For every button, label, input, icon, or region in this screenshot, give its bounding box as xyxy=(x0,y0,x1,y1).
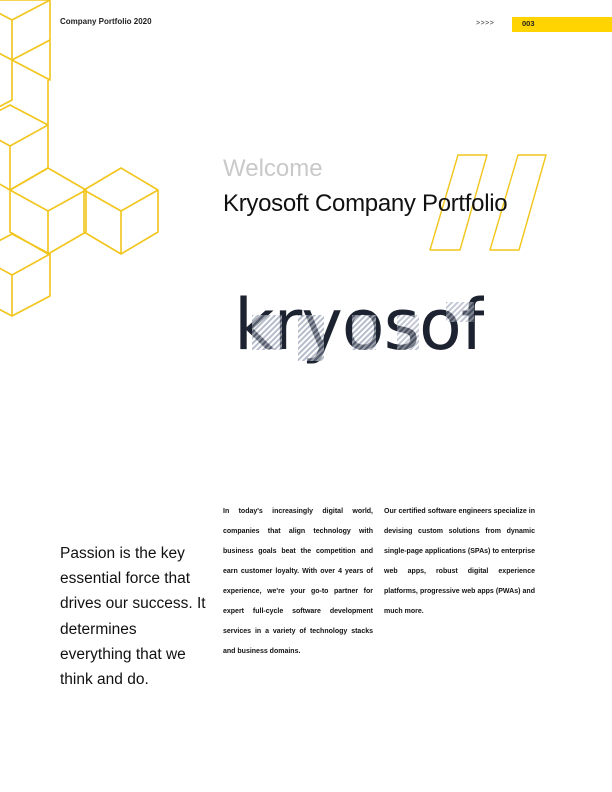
page-title: Kryosoft Company Portfolio xyxy=(223,190,508,217)
kryosoft-logo: kryosoft xyxy=(234,287,484,366)
header-title: Company Portfolio 2020 xyxy=(60,17,152,26)
page-number-badge: 003 xyxy=(512,17,612,32)
body-column-right: Our certified software engineers special… xyxy=(384,508,535,615)
welcome-heading: Welcome xyxy=(223,155,323,182)
cube-pattern-graphic xyxy=(0,0,159,317)
page-number: 003 xyxy=(522,19,535,28)
body-column-left: In today's increasingly digital world, c… xyxy=(223,508,373,655)
header-arrows: >>>> xyxy=(476,20,495,27)
passion-statement: Passion is the key essential force that … xyxy=(60,545,206,689)
